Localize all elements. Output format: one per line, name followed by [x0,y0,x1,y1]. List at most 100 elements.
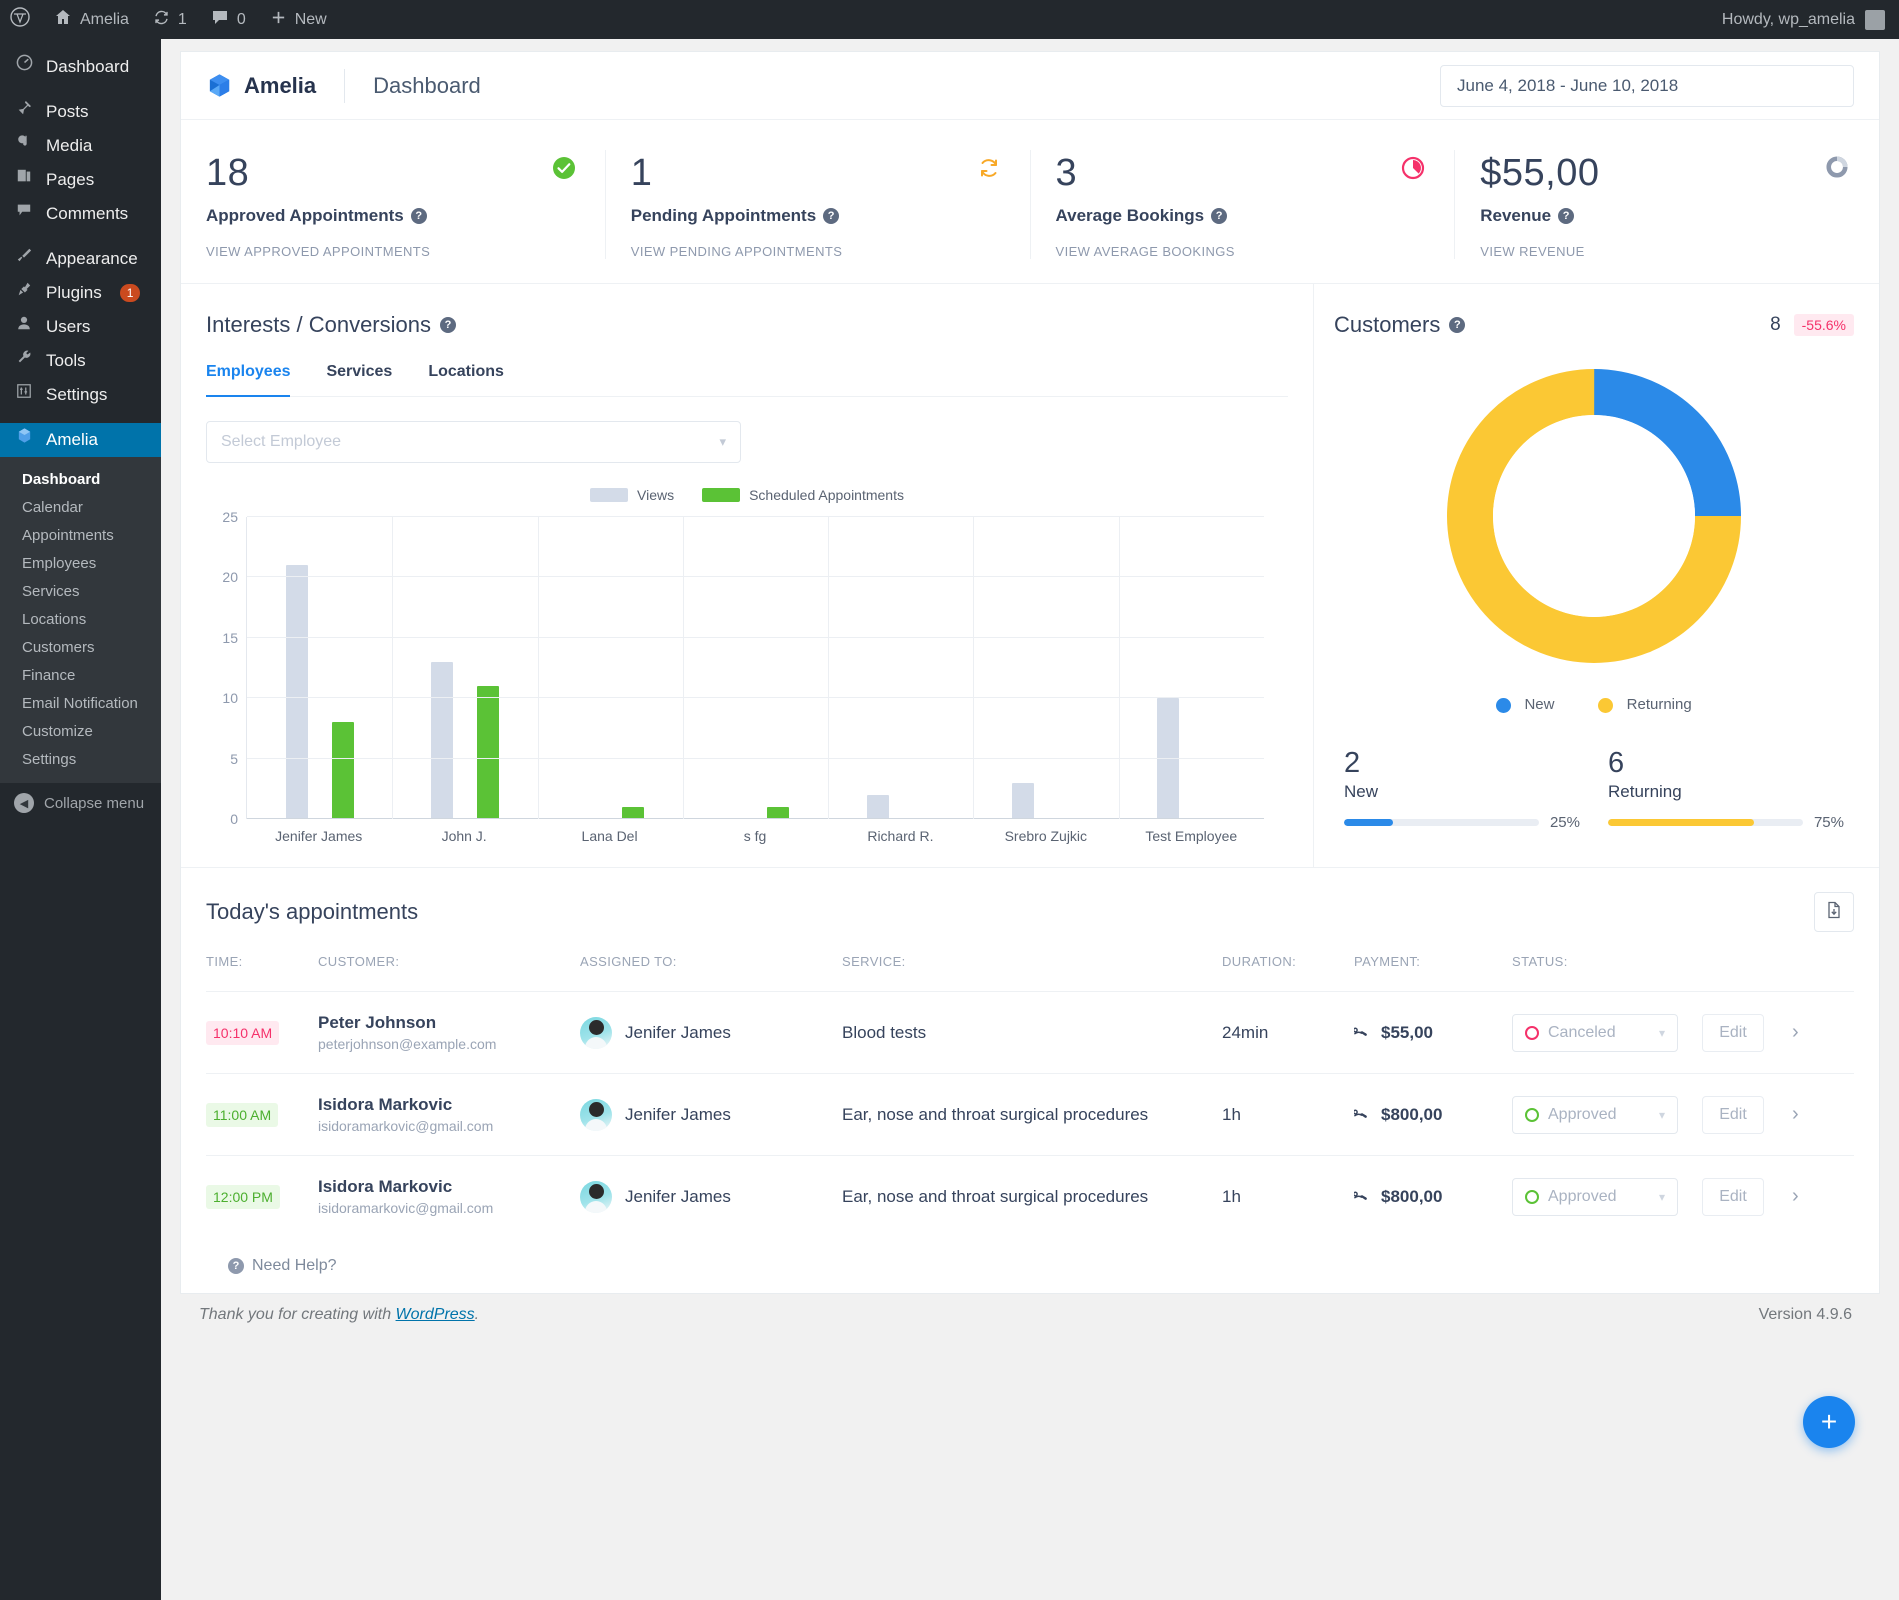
cell-time: 10:10 AM [206,992,318,1074]
help-icon[interactable]: ? [440,317,456,333]
donut-legend-new-label: New [1524,696,1554,713]
need-help-link[interactable]: ? Need Help? [206,1237,1854,1293]
sidebar-item-dashboard[interactable]: Dashboard [0,50,161,84]
submenu-item-customize[interactable]: Customize [0,718,161,746]
sidebar-item-users[interactable]: Users [0,310,161,344]
comments-menu[interactable]: 0 [199,0,258,39]
sidebar-item-tools[interactable]: Tools [0,344,161,378]
status-select[interactable]: Approved▾ [1512,1178,1678,1216]
chart-legend: Views Scheduled Appointments [206,487,1288,503]
help-icon[interactable]: ? [1558,208,1574,224]
kpi-link[interactable]: VIEW APPROVED APPOINTMENTS [206,244,578,259]
sidebar-item-posts[interactable]: Posts [0,95,161,129]
submenu-item-email-notification[interactable]: Email Notification [0,690,161,718]
help-icon[interactable]: ? [823,208,839,224]
submenu-item-settings[interactable]: Settings [0,746,161,774]
sidebar-item-comments[interactable]: Comments [0,197,161,231]
chart-bar[interactable] [286,565,308,819]
table-row[interactable]: 12:00 PMIsidora Markovicisidoramarkovic@… [206,1156,1854,1238]
cell-status: Approved▾ [1512,1156,1702,1238]
export-button[interactable] [1814,892,1854,932]
sidebar-item-appearance[interactable]: Appearance [0,242,161,276]
status-select[interactable]: Canceled▾ [1512,1014,1678,1052]
chart-bar[interactable] [1012,783,1034,819]
edit-button[interactable]: Edit [1702,1178,1764,1216]
table-row[interactable]: 10:10 AMPeter Johnsonpeterjohnson@exampl… [206,992,1854,1074]
chart-y-tick: 10 [222,690,238,706]
updates-menu[interactable]: 1 [141,0,199,39]
customers-stats: 2 New 25% 6 Returning [1334,747,1854,831]
stat-returning-progress: 75% [1608,814,1844,831]
submenu-item-locations[interactable]: Locations [0,606,161,634]
collapse-menu-button[interactable]: ◀ Collapse menu [0,783,161,823]
customers-title-text: Customers [1334,312,1440,338]
sidebar-item-amelia[interactable]: Amelia [0,423,161,457]
sidebar-item-plugins[interactable]: Plugins 1 [0,276,161,310]
add-appointment-fab[interactable]: + [1803,1396,1855,1448]
date-range-picker[interactable]: June 4, 2018 - June 10, 2018 [1440,65,1854,107]
kpi-link[interactable]: VIEW REVENUE [1480,244,1852,259]
chevron-right-icon[interactable]: › [1792,1185,1799,1207]
tab-locations[interactable]: Locations [428,363,504,397]
chart-bar[interactable] [431,662,453,819]
wrench-icon [14,344,34,378]
help-icon[interactable]: ? [1211,208,1227,224]
chart-x-label: Test Employee [1119,828,1264,844]
chart-bar-group [683,517,828,819]
submenu-item-calendar[interactable]: Calendar [0,494,161,522]
help-icon[interactable]: ? [411,208,427,224]
legend-dot-new [1496,698,1511,713]
appointment-time-badge: 12:00 PM [206,1185,280,1209]
kpi-value: 3 [1056,150,1428,196]
tab-employees[interactable]: Employees [206,363,290,397]
submenu-item-finance[interactable]: Finance [0,662,161,690]
chart-bar[interactable] [477,686,499,819]
chart-bar[interactable] [867,795,889,819]
sidebar-item-media[interactable]: Media [0,129,161,163]
edit-button[interactable]: Edit [1702,1096,1764,1134]
chart-x-label: Lana Del [537,828,682,844]
tab-services[interactable]: Services [326,363,392,397]
sidebar-label: Posts [46,95,89,129]
employee-select[interactable]: Select Employee ▾ [206,421,741,463]
chart-y-tick: 15 [222,630,238,646]
plus-icon: + [1821,1406,1837,1438]
help-icon[interactable]: ? [1449,317,1465,333]
chevron-right-icon[interactable]: › [1792,1103,1799,1125]
account-menu[interactable]: Howdy, wp_amelia [1722,10,1899,30]
submenu-item-appointments[interactable]: Appointments [0,522,161,550]
chevron-right-icon[interactable]: › [1792,1021,1799,1043]
cell-duration: 24min [1222,992,1354,1074]
cell-edit: Edit [1702,992,1792,1074]
kpi-value: $55,00 [1480,150,1852,196]
edit-button[interactable]: Edit [1702,1014,1764,1052]
table-row[interactable]: 11:00 AMIsidora Markovicisidoramarkovic@… [206,1074,1854,1156]
status-select[interactable]: Approved▾ [1512,1096,1678,1134]
cell-service: Ear, nose and throat surgical procedures [842,1156,1222,1238]
new-label: New [295,11,327,29]
wordpress-link[interactable]: WordPress [396,1306,475,1323]
site-name-menu[interactable]: Amelia [42,0,141,39]
cell-expand: › [1792,1074,1854,1156]
submenu-item-employees[interactable]: Employees [0,550,161,578]
sidebar-item-settings[interactable]: Settings [0,378,161,412]
wordpress-icon [10,7,30,32]
assignee: Jenifer James [580,1181,842,1213]
stat-new-number: 2 [1344,747,1580,780]
submenu-item-services[interactable]: Services [0,578,161,606]
kpi-link[interactable]: VIEW PENDING APPOINTMENTS [631,244,1003,259]
new-content-menu[interactable]: New [258,0,339,39]
kpi-row: 18 Approved Appointments ? VIEW APPROVED… [181,120,1879,283]
wordpress-logo-menu[interactable] [0,0,42,39]
home-icon [54,8,72,31]
submenu-item-customers[interactable]: Customers [0,634,161,662]
submenu-item-dashboard[interactable]: Dashboard [0,466,161,494]
comments-icon [14,197,34,231]
cell-duration: 1h [1222,1074,1354,1156]
cell-assigned-to: Jenifer James [580,992,842,1074]
chart-bar[interactable] [332,722,354,819]
customer-email: isidoramarkovic@gmail.com [318,1200,580,1216]
sidebar-item-pages[interactable]: Pages [0,163,161,197]
kpi-link[interactable]: VIEW AVERAGE BOOKINGS [1056,244,1428,259]
kpi-value: 18 [206,150,578,196]
